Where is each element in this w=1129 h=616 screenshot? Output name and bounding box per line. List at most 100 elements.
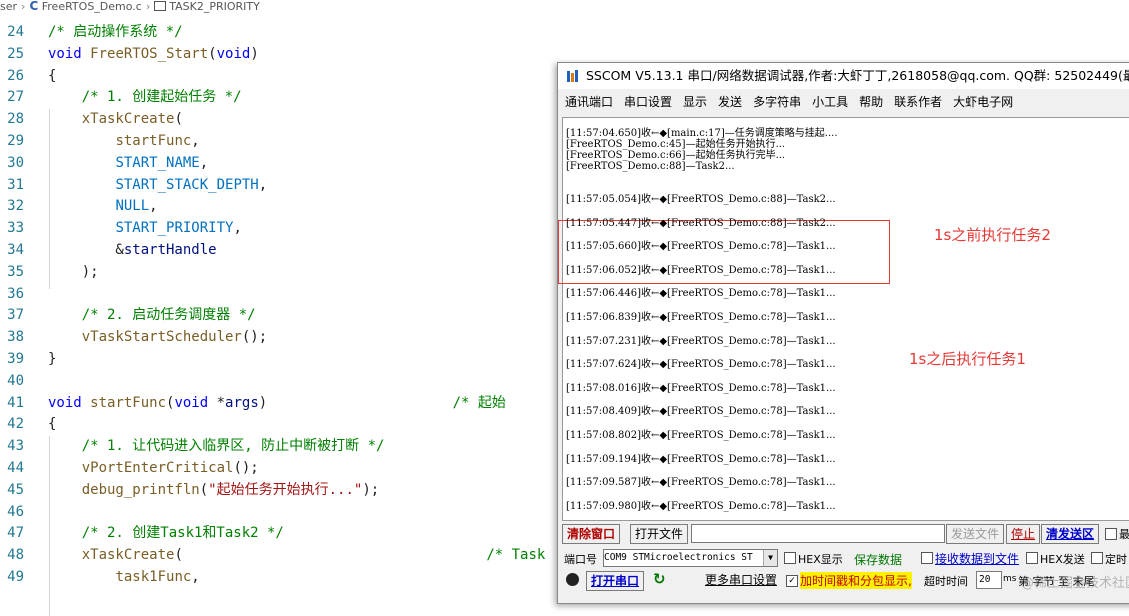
log-line: [11:57:06.839]收←◆[FreeRTOS_Demo.c:78]—Ta… — [566, 312, 836, 323]
menu-item[interactable]: 串口设置 — [624, 95, 672, 109]
line-number: 42 — [7, 416, 24, 433]
code-token: args — [225, 394, 259, 411]
line-number: 30 — [7, 154, 24, 171]
send-file-button[interactable]: 发送文件 — [946, 524, 1005, 544]
more-settings-link[interactable]: 更多串口设置 — [701, 571, 781, 589]
file-path-input[interactable] — [691, 524, 945, 543]
receive-area[interactable]: 1s之前执行任务2 1s之后执行任务1 [11:57:04.650]收←◆[ma… — [558, 117, 1129, 521]
line-number: 43 — [7, 438, 24, 455]
menu-item[interactable]: 多字符串 — [753, 95, 801, 109]
recv-to-file-checkbox[interactable] — [921, 552, 933, 564]
line-number: 29 — [7, 133, 24, 149]
code-text: debug_printfln("起始任务开始执行..."); — [48, 480, 379, 502]
code-text: START_NAME, — [48, 153, 208, 175]
menu-item[interactable]: 大虾电子网 — [953, 95, 1013, 109]
line-number: 27 — [7, 89, 24, 106]
code-token: vTaskStartScheduler — [81, 329, 242, 346]
code-text: void startFunc(void *args) /* 起始 — [48, 393, 506, 415]
port-select[interactable]: COM9 STMicroelectronics ST ▼ — [603, 549, 778, 567]
menu-item[interactable]: 通讯端口 — [565, 95, 613, 109]
line-number: 49 — [7, 569, 24, 585]
line-number: 28 — [7, 111, 24, 128]
code-token: /* 2. 启动任务调度器 */ — [81, 307, 256, 324]
line-number: 33 — [7, 220, 24, 237]
annotation-before: 1s之前执行任务2 — [934, 226, 1051, 244]
hex-send-checkbox[interactable] — [1026, 552, 1038, 564]
code-token: , — [191, 569, 200, 585]
line-number: 26 — [7, 67, 24, 84]
code-token: debug_printfln — [81, 481, 200, 498]
timeout-unit: ms — [1003, 574, 1017, 584]
code-token: { — [48, 67, 57, 84]
stop-button[interactable]: 停止 — [1006, 524, 1041, 544]
code-token: , — [149, 198, 158, 215]
save-data-button[interactable]: 保存数据 — [854, 551, 902, 568]
timestamp-checkbox[interactable]: ✓ — [786, 575, 798, 587]
menu-item[interactable]: 显示 — [683, 95, 707, 109]
hex-display-checkbox[interactable] — [784, 552, 796, 564]
code-token: , — [191, 133, 200, 149]
code-token: ( — [174, 111, 183, 128]
code-token: , — [199, 154, 209, 171]
code-token: xTaskCreate — [81, 111, 175, 128]
code-text: void FreeRTOS_Start(void) — [48, 44, 259, 66]
enum-symbol-icon — [154, 1, 167, 11]
code-token: ( — [208, 45, 217, 62]
clear-window-button[interactable]: 清除窗口 — [562, 524, 621, 544]
sscom-title: SSCOM V5.13.1 串口/网络数据调试器,作者:大虾丁丁,2618058… — [586, 68, 1129, 83]
open-port-button[interactable]: 打开串口 — [586, 571, 645, 591]
log-line: [11:57:07.624]收←◆[FreeRTOS_Demo.c:78]—Ta… — [566, 359, 836, 371]
code-token: ( — [199, 481, 209, 498]
sscom-window[interactable]: SSCOM V5.13.1 串口/网络数据调试器,作者:大虾丁丁,2618058… — [557, 62, 1129, 604]
line-number: 46 — [7, 503, 24, 520]
hex-display-label: HEX显示 — [798, 553, 843, 566]
chevron-down-icon[interactable]: ▼ — [763, 550, 777, 566]
line-number: 45 — [7, 481, 24, 498]
c-file-icon: C — [29, 0, 39, 13]
last-checkbox[interactable] — [1105, 528, 1117, 540]
clear-send-button[interactable]: 清发送区 — [1041, 524, 1100, 544]
port-label: 端口号 — [564, 553, 597, 566]
menu-item[interactable]: 帮助 — [859, 95, 883, 109]
code-line[interactable]: 24 /* 启动操作系统 */ — [0, 22, 1129, 44]
line-number: 32 — [7, 198, 24, 215]
menu-item[interactable]: 小工具 — [812, 95, 848, 109]
code-token: ) — [250, 45, 259, 62]
code-text: vPortEnterCritical(); — [48, 458, 259, 480]
code-text: } — [48, 349, 56, 371]
refresh-icon[interactable]: ↻ — [653, 570, 666, 588]
breadcrumb-prefix[interactable]: ser — [0, 0, 17, 13]
breadcrumb-file[interactable]: FreeRTOS_Demo.c — [42, 0, 142, 13]
code-token: { — [48, 416, 57, 433]
log-line: [FreeRTOS_Demo.c:45]—起始任务开始执行... — [566, 139, 786, 150]
code-token: ) — [258, 394, 268, 411]
code-text: /* 2. 启动任务调度器 */ — [48, 305, 256, 327]
code-token: FreeRTOS_Start — [90, 45, 209, 62]
code-token: START_PRIORITY — [115, 220, 234, 237]
timed-send-checkbox[interactable] — [1091, 552, 1103, 564]
code-text: { — [48, 414, 56, 436]
menu-item[interactable]: 联系作者 — [894, 95, 942, 109]
recv-to-file-label[interactable]: 接收数据到文件 — [935, 550, 1019, 567]
sscom-titlebar[interactable]: SSCOM V5.13.1 串口/网络数据调试器,作者:大虾丁丁,2618058… — [558, 63, 1129, 89]
code-token: /* 2. 创建Task1和Task2 */ — [81, 525, 284, 542]
line-number: 35 — [7, 263, 24, 280]
timeout-input[interactable]: 20 — [976, 571, 1002, 589]
open-file-button[interactable]: 打开文件 — [630, 524, 689, 544]
log-line: [FreeRTOS_Demo.c:88]—Task2... — [566, 161, 735, 172]
breadcrumb-symbol[interactable]: TASK2_PRIORITY — [169, 0, 260, 13]
code-token: * — [208, 394, 226, 411]
line-number: 41 — [7, 394, 24, 411]
menu-item[interactable]: 发送 — [718, 95, 742, 109]
line-number: 39 — [7, 351, 24, 367]
code-text: &startHandle — [48, 240, 216, 262]
